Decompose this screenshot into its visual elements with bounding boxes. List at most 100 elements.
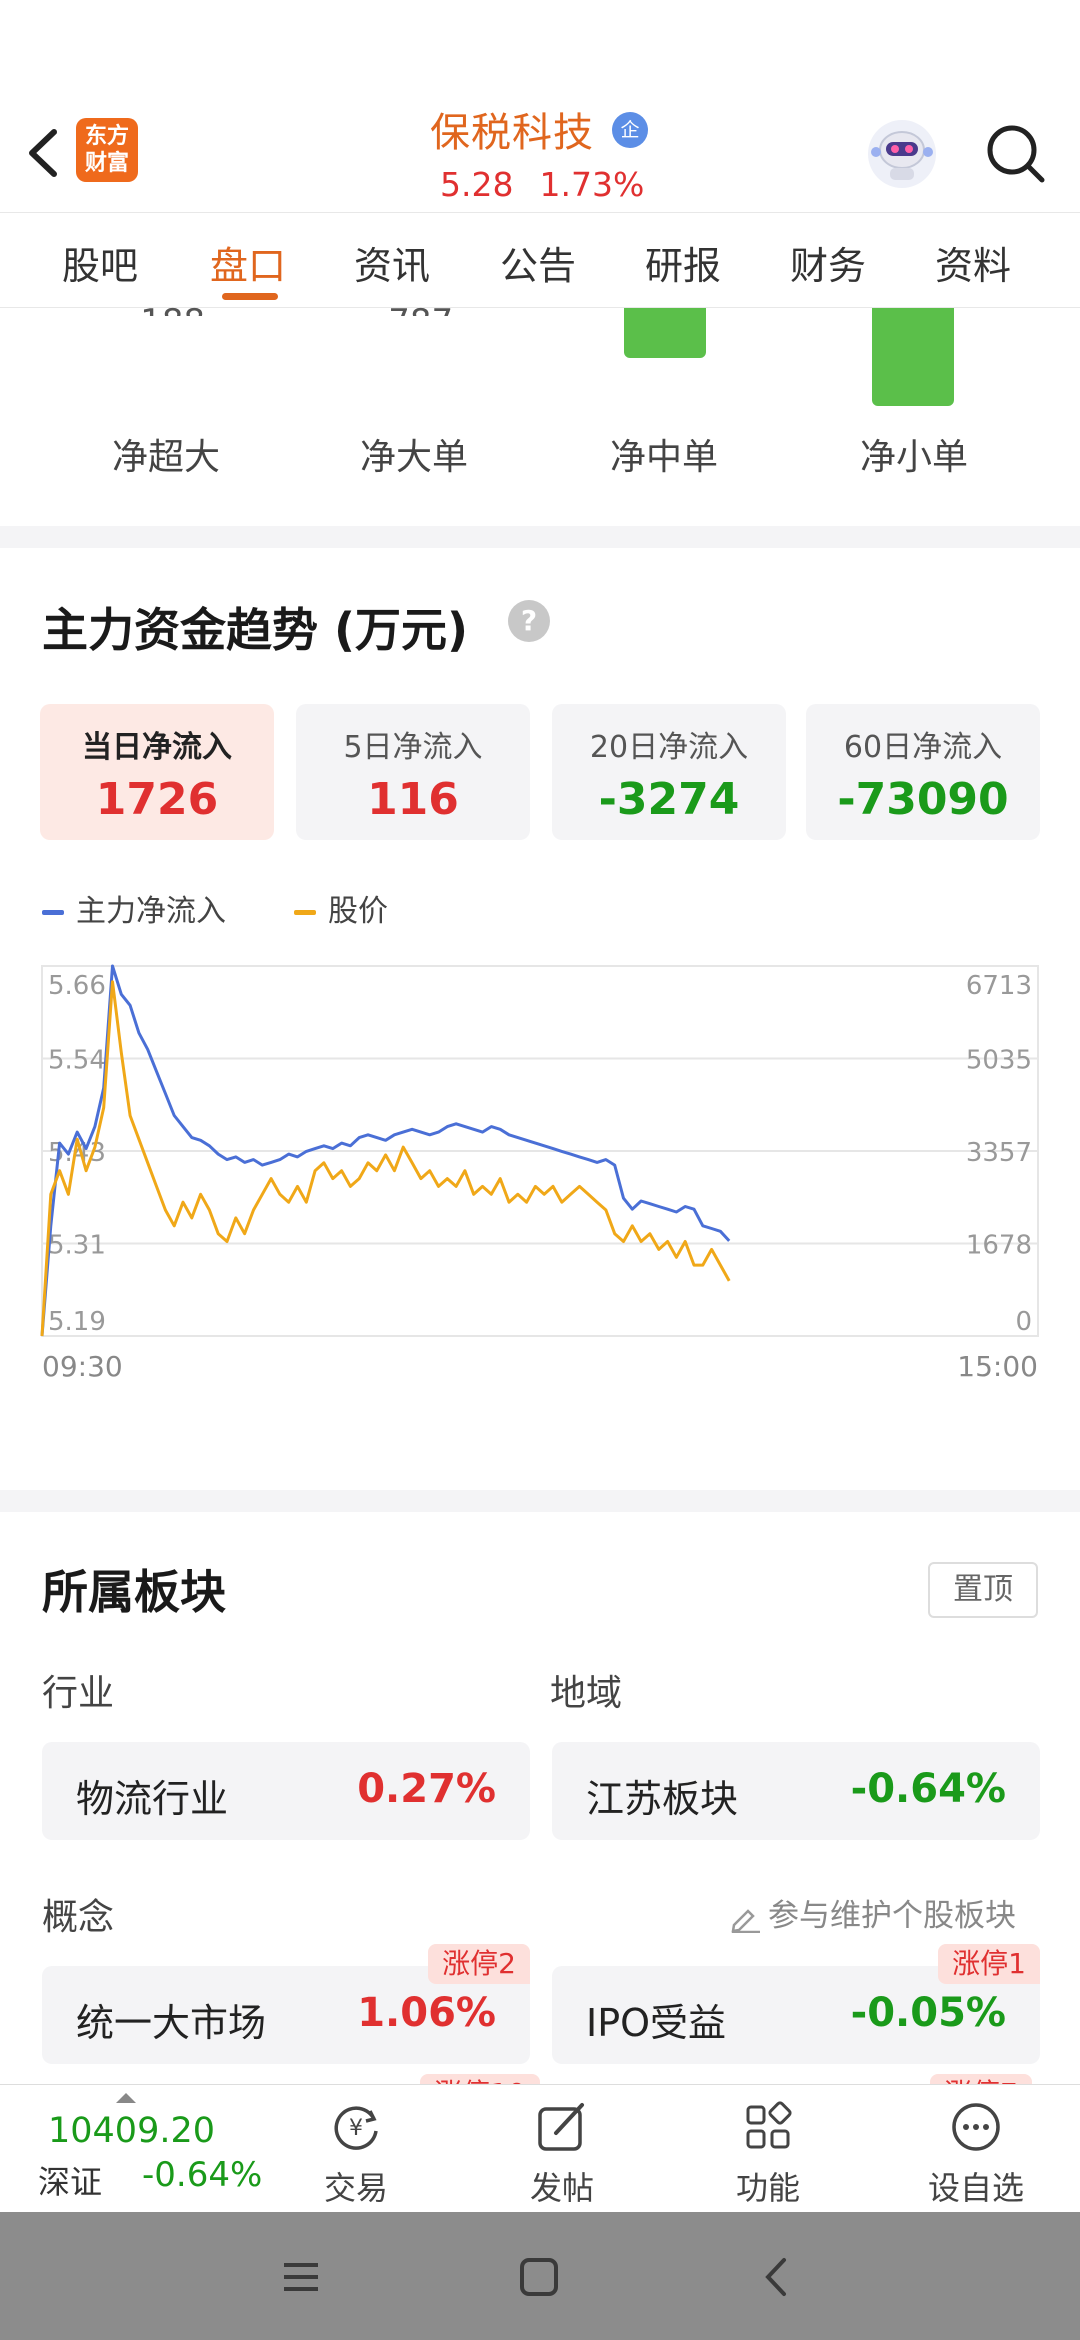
stat-label: 5日净流入	[343, 730, 483, 765]
legend-main-inflow: 主力净流入	[42, 886, 226, 930]
board-name: 物流行业	[76, 1777, 229, 1821]
net-super-large-label: 净超大	[111, 437, 220, 478]
post-label: 发帖	[529, 2169, 594, 2207]
maintain-label: 参与维护个股板块	[768, 1898, 1016, 1934]
left-tick-label: 5.19	[48, 1307, 106, 1337]
chart-axis-labels: 5.66 67135.54 50355.43 33575.31 16785.19 009:…	[42, 971, 1038, 1383]
sector-boards-card: 所属板块 置顶 行业 地域 物流行业 0.27% 江苏板块 -0.64% 概念 …	[0, 1512, 1080, 2152]
limit-up-badge: 涨停2	[428, 1944, 530, 1984]
back-icon[interactable]	[752, 2252, 802, 2302]
net-large-label: 净大单	[359, 437, 468, 478]
region-board-item[interactable]: 江苏板块 -0.64%	[552, 1742, 1040, 1840]
search-icon[interactable]	[980, 118, 1052, 190]
net-flow-bars-card: -188 -787 净超大 净大单 净中单 净小单	[0, 302, 1080, 526]
left-tick-label: 5.31	[48, 1231, 106, 1261]
stock-price: 5.28	[440, 165, 514, 204]
stat-label: 当日净流入	[82, 730, 232, 765]
trade-label: 交易	[323, 2169, 388, 2207]
index-pct: -0.64%	[142, 2155, 263, 2195]
legend-swatch	[42, 910, 64, 915]
concept-board-item[interactable]: 涨停2 统一大市场 1.06%	[42, 1944, 530, 2064]
board-name: 江苏板块	[586, 1777, 739, 1821]
main-fund-trend-card: 主力资金趋势 (万元) ? 当日净流入 1726 5日净流入 116 20日净流…	[0, 548, 1080, 1490]
board-pct: -0.64%	[850, 1766, 1006, 1812]
tab-news[interactable]: 资讯	[354, 235, 430, 290]
net-super-large-value: -188	[128, 302, 208, 316]
edit-icon	[731, 1908, 760, 1933]
stat-label: 60日净流入	[843, 730, 1003, 765]
menu-icon[interactable]	[276, 2252, 326, 2302]
tab-pankou[interactable]: 盘口	[210, 235, 286, 290]
tab-bar: 股吧 盘口 资讯 公告 研报 财务 资料	[0, 212, 1080, 308]
enterprise-badge-icon: 企	[612, 112, 648, 148]
svg-text:¥: ¥	[349, 2116, 363, 2141]
right-tick-label: 5035	[966, 1046, 1032, 1076]
stat-60day-inflow[interactable]: 60日净流入 -73090	[806, 704, 1040, 840]
assistant-robot-icon[interactable]	[862, 114, 942, 194]
tab-announcements[interactable]: 公告	[500, 235, 576, 290]
net-medium-bar	[624, 308, 706, 358]
net-medium-label: 净中单	[609, 437, 718, 478]
tab-finance[interactable]: 财务	[790, 235, 866, 290]
grid-apps-icon	[746, 2101, 792, 2149]
functions-button[interactable]: 功能	[708, 2097, 828, 2209]
trade-button[interactable]: ¥ 交易	[296, 2097, 416, 2209]
x-start-label: 09:30	[42, 1350, 123, 1383]
compose-icon	[538, 2103, 584, 2151]
stat-value: 116	[367, 774, 459, 825]
stat-today-inflow[interactable]: 当日净流入 1726	[40, 704, 274, 840]
left-tick-label: 5.66	[48, 971, 106, 1001]
x-end-label: 15:00	[957, 1350, 1038, 1383]
industry-board-item[interactable]: 物流行业 0.27%	[42, 1742, 530, 1840]
stat-value: -73090	[837, 774, 1009, 825]
net-large-value: -787	[376, 302, 456, 316]
legend-label: 主力净流入	[76, 894, 226, 929]
board-name: IPO受益	[586, 2001, 727, 2045]
right-tick-label: 1678	[966, 1231, 1032, 1261]
expand-caret-icon[interactable]	[116, 2093, 136, 2103]
stat-value: 1726	[95, 774, 219, 825]
functions-label: 功能	[735, 2169, 800, 2207]
pin-to-top-button[interactable]: 置顶	[928, 1562, 1038, 1618]
net-small-label: 净小单	[859, 437, 968, 478]
concept-board-item[interactable]: 涨停1 IPO受益 -0.05%	[552, 1944, 1040, 2064]
right-tick-label: 6713	[966, 971, 1032, 1001]
stat-5day-inflow[interactable]: 5日净流入 116	[296, 704, 530, 840]
app-header: 东方财富 保税科技 企 5.28 1.73%	[0, 0, 1080, 212]
post-button[interactable]: 发帖	[502, 2097, 622, 2209]
stat-value: -3274	[598, 774, 740, 825]
yen-exchange-icon: ¥	[334, 2106, 378, 2150]
section-title-boards: 所属板块	[42, 1565, 226, 1619]
add-watchlist-label: 设自选	[927, 2169, 1024, 2207]
board-pct: 0.27%	[357, 1766, 496, 1812]
active-tab-indicator	[222, 293, 278, 300]
board-pct: -0.05%	[850, 1990, 1006, 2036]
add-watchlist-button[interactable]: 设自选	[916, 2097, 1036, 2209]
tab-profile[interactable]: 资料	[935, 235, 1011, 290]
stock-price-line: 5.28 1.73%	[440, 165, 670, 204]
stat-20day-inflow[interactable]: 20日净流入 -3274	[552, 704, 786, 840]
tab-guba[interactable]: 股吧	[62, 235, 138, 290]
limit-up-badge: 涨停1	[938, 1944, 1040, 1984]
system-navigation-bar	[0, 2212, 1080, 2340]
board-name: 统一大市场	[76, 2001, 267, 2045]
back-arrow-icon[interactable]	[18, 118, 68, 188]
board-pct: 1.06%	[357, 1990, 496, 2036]
industry-label: 行业	[42, 1673, 115, 1714]
fund-trend-chart[interactable]: 5.66 67135.54 50355.43 33575.31 16785.19 009:…	[0, 948, 1080, 1488]
app-logo: 东方财富	[76, 118, 138, 182]
index-name: 深证	[38, 2163, 103, 2201]
tab-research[interactable]: 研报	[645, 235, 721, 290]
stat-label: 20日净流入	[589, 730, 749, 765]
maintain-boards-link[interactable]: 参与维护个股板块	[728, 1890, 1016, 1935]
legend-swatch	[294, 910, 316, 915]
home-icon[interactable]	[514, 2252, 564, 2302]
right-tick-label: 0	[1015, 1307, 1032, 1337]
bottom-action-bar: 10409.20 深证 -0.64% ¥ 交易 发帖 功能 设自选	[0, 2084, 1080, 2212]
stock-name: 保税科技	[430, 110, 594, 156]
more-dots-icon	[952, 2103, 1000, 2151]
index-value[interactable]: 10409.20	[48, 2111, 215, 2151]
right-tick-label: 3357	[966, 1138, 1032, 1168]
price-series-line	[40, 980, 731, 1337]
help-icon[interactable]: ?	[508, 600, 550, 642]
